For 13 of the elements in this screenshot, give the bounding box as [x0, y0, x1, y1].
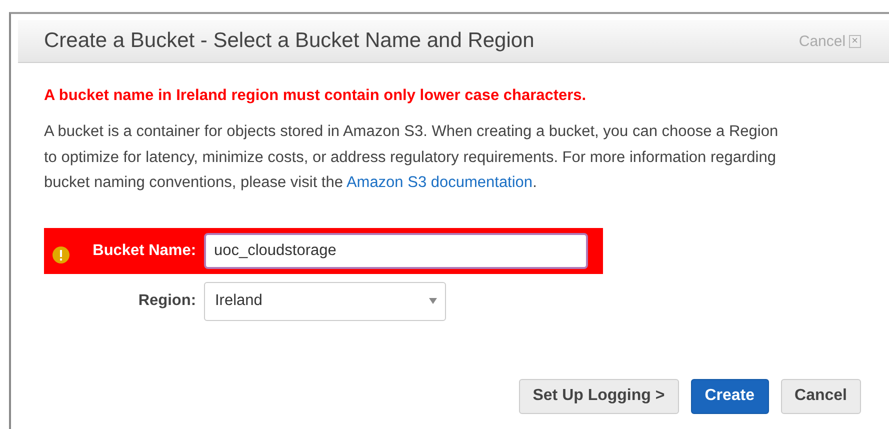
create-button[interactable]: Create — [690, 378, 769, 414]
dialog-title: Create a Bucket - Select a Bucket Name and Region — [44, 29, 534, 53]
description-text: A bucket is a container for objects stored in Amazon S3. When creating a bucket, you can choose a Region to optimize for latency, minimize costs, or address regulatory requirements. For more information regarding bucket naming conventions, please visit the Amazon S3 documentation. — [44, 122, 780, 193]
secondary-button[interactable]: Cancel — [780, 378, 861, 414]
region-dropdown[interactable]: Ireland — [204, 282, 446, 320]
bucket-name-field[interactable]: uoc_cloudstorage — [204, 232, 588, 268]
documentation-link[interactable]: Amazon S3 documentation — [346, 174, 533, 191]
secondary-button[interactable]: Set Up Logging > — [518, 378, 679, 414]
error-message: A bucket name in Ireland region must contain only lower case characters. — [44, 87, 588, 105]
field-label: Region: — [137, 292, 197, 310]
warning-icon — [52, 246, 70, 264]
field-label: Bucket Name: — [92, 242, 197, 260]
caret-icon — [429, 298, 437, 304]
